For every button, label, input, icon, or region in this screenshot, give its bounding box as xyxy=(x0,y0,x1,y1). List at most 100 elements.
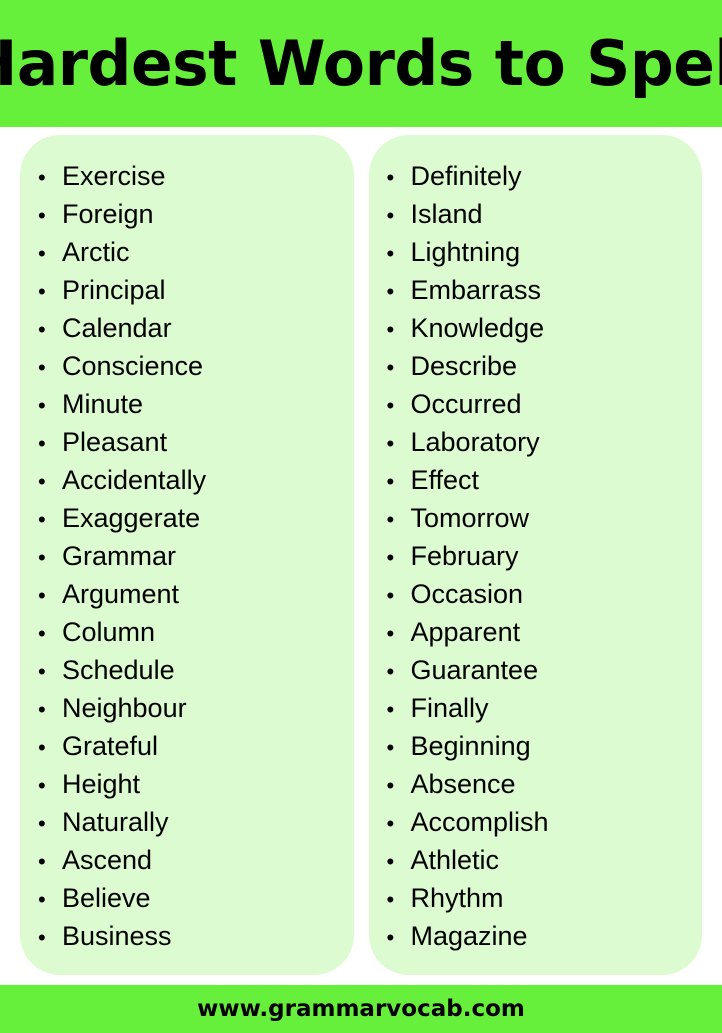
word-label: Tomorrow xyxy=(410,503,530,533)
list-item: • Tomorrow xyxy=(379,499,693,537)
list-item: • Column xyxy=(30,613,344,651)
website-url: www.grammarvocab.com xyxy=(197,996,525,1022)
word-label: Athletic xyxy=(410,845,500,875)
bullet-icon: • xyxy=(386,545,395,570)
list-item: • Believe xyxy=(30,879,344,917)
list-item: • Naturally xyxy=(30,803,344,841)
list-item: • Ascend xyxy=(30,841,344,879)
footer-band: www.grammarvocab.com xyxy=(0,985,722,1033)
word-label: Accomplish xyxy=(410,807,549,837)
list-item: • Describe xyxy=(379,347,693,385)
word-label: Finally xyxy=(410,693,489,723)
list-item: • Pleasant xyxy=(30,423,344,461)
word-label: Believe xyxy=(62,883,151,913)
bullet-icon: • xyxy=(38,165,46,190)
word-label: Definitely xyxy=(410,161,522,191)
list-item: • February xyxy=(379,537,693,575)
bullet-icon: • xyxy=(386,887,395,912)
list-item: • Lightning xyxy=(379,233,693,271)
bullet-icon: • xyxy=(38,393,46,418)
word-label: Principal xyxy=(62,275,166,305)
word-label: Grateful xyxy=(62,731,159,761)
word-label: Occurred xyxy=(410,389,522,419)
bullet-icon: • xyxy=(38,583,46,608)
bullet-icon: • xyxy=(386,469,395,494)
left-word-card: • Exercise • Foreign • Arctic • Principal • Calen… xyxy=(20,135,354,975)
list-item: • Laboratory xyxy=(379,423,693,461)
list-item: • Conscience xyxy=(30,347,344,385)
list-item: • Definitely xyxy=(379,157,693,195)
list-item: • Height xyxy=(30,765,344,803)
bullet-icon: • xyxy=(386,811,395,836)
list-item: • Apparent xyxy=(379,613,693,651)
bullet-icon: • xyxy=(386,203,395,228)
word-label: Ascend xyxy=(62,845,153,875)
list-item: • Finally xyxy=(379,689,693,727)
word-label: Exaggerate xyxy=(62,503,201,533)
list-item: • Embarrass xyxy=(379,271,693,309)
list-item: • Schedule xyxy=(30,651,344,689)
list-item: • Accidentally xyxy=(30,461,344,499)
word-label: Schedule xyxy=(62,655,175,685)
word-label: Embarrass xyxy=(410,275,542,305)
list-item: • Foreign xyxy=(30,195,344,233)
word-label: Describe xyxy=(410,351,518,381)
bullet-icon: • xyxy=(38,507,46,532)
list-item: • Rhythm xyxy=(379,879,693,917)
list-item: • Exercise xyxy=(30,157,344,195)
bullet-icon: • xyxy=(38,203,46,228)
word-label: Minute xyxy=(62,389,144,419)
word-label: Lightning xyxy=(410,237,521,267)
list-item: • Occasion xyxy=(379,575,693,613)
word-label: Calendar xyxy=(62,313,172,343)
bullet-icon: • xyxy=(38,811,46,836)
word-label: Conscience xyxy=(62,351,204,381)
bullet-icon: • xyxy=(386,165,395,190)
bullet-icon: • xyxy=(386,697,395,722)
bullet-icon: • xyxy=(386,241,395,266)
list-item: • Knowledge xyxy=(379,309,693,347)
bullet-icon: • xyxy=(38,431,46,456)
word-label: Laboratory xyxy=(410,427,540,457)
list-item: • Guarantee xyxy=(379,651,693,689)
list-item: • Neighbour xyxy=(30,689,344,727)
word-label: Knowledge xyxy=(410,313,545,343)
bullet-icon: • xyxy=(38,241,46,266)
bullet-icon: • xyxy=(38,355,46,380)
list-item: • Exaggerate xyxy=(30,499,344,537)
bullet-icon: • xyxy=(38,735,46,760)
word-label: Naturally xyxy=(62,807,169,837)
bullet-icon: • xyxy=(386,773,395,798)
bullet-icon: • xyxy=(38,773,46,798)
list-item: • Effect xyxy=(379,461,693,499)
list-item: • Beginning xyxy=(379,727,693,765)
bullet-icon: • xyxy=(38,849,46,874)
word-columns-container: • Exercise • Foreign • Arctic • Principal • Calen… xyxy=(0,127,722,985)
list-item: • Grammar xyxy=(30,537,344,575)
bullet-icon: • xyxy=(386,925,395,950)
word-label: Exercise xyxy=(62,161,166,191)
bullet-icon: • xyxy=(38,279,46,304)
bullet-icon: • xyxy=(386,583,395,608)
list-item: • Magazine xyxy=(379,917,693,955)
word-label: Pleasant xyxy=(62,427,168,457)
word-label: Neighbour xyxy=(62,693,187,723)
word-label: Rhythm xyxy=(410,883,504,913)
left-word-list: • Exercise • Foreign • Arctic • Principal • Calen… xyxy=(30,157,344,955)
word-label: Argument xyxy=(62,579,180,609)
header-band: Hardest Words to Spell xyxy=(0,0,722,127)
word-label: Height xyxy=(62,769,141,799)
list-item: • Arctic xyxy=(30,233,344,271)
bullet-icon: • xyxy=(386,621,395,646)
bullet-icon: • xyxy=(38,925,46,950)
word-label: Effect xyxy=(410,465,480,495)
bullet-icon: • xyxy=(386,507,395,532)
word-label: Absence xyxy=(410,769,516,799)
list-item: • Business xyxy=(30,917,344,955)
word-label: February xyxy=(410,541,519,571)
list-item: • Absence xyxy=(379,765,693,803)
bullet-icon: • xyxy=(386,355,395,380)
bullet-icon: • xyxy=(38,659,46,684)
word-label: Island xyxy=(410,199,483,229)
page-title: Hardest Words to Spell xyxy=(0,26,722,100)
